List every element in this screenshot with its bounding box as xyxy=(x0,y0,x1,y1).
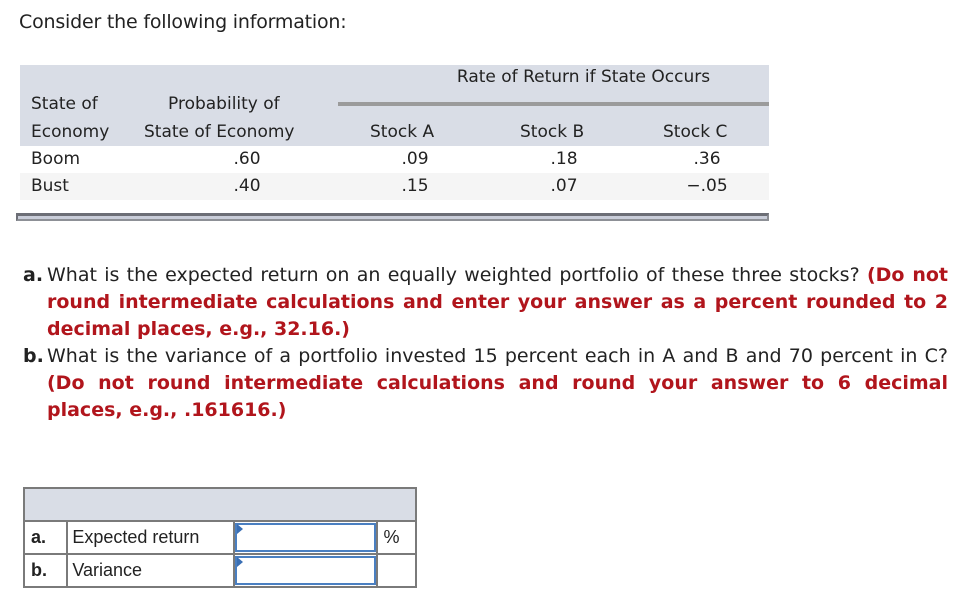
input-flag-icon xyxy=(237,524,244,534)
answer-row-label: b. xyxy=(22,553,69,588)
answer-row-expected-return: a. Expected return % xyxy=(22,520,418,555)
expected-return-cell xyxy=(233,520,378,555)
prob-header-line2: State of Economy xyxy=(144,122,295,142)
stock-b-cell: .07 xyxy=(550,176,578,196)
stock-c-cell: .36 xyxy=(693,149,721,169)
answer-row-text: Expected return xyxy=(66,520,236,555)
answer-row-variance: b. Variance xyxy=(22,553,418,588)
rate-of-return-header: Rate of Return if State Occurs xyxy=(456,67,711,87)
prob-header-line1: Probability of xyxy=(168,94,280,114)
state-header-line1: State of xyxy=(31,94,98,114)
answer-row-unit: % xyxy=(375,520,418,555)
stock-a-header: Stock A xyxy=(370,122,435,142)
info-table: Rate of Return if State Occurs State of … xyxy=(20,65,769,200)
intro-text: Consider the following information: xyxy=(19,11,347,33)
stock-a-cell: .15 xyxy=(401,176,429,196)
question-a: a. What is the expected return on an equ… xyxy=(23,262,948,343)
state-header-line2: Economy xyxy=(31,122,110,142)
info-table-header: Rate of Return if State Occurs State of … xyxy=(20,65,769,146)
answer-row-unit xyxy=(375,553,418,588)
question-a-label: a. xyxy=(23,264,44,286)
stock-a-cell: .09 xyxy=(401,149,429,169)
question-b: b. What is the variance of a portfolio i… xyxy=(23,343,948,424)
input-flag-icon xyxy=(237,557,244,567)
expected-return-input[interactable] xyxy=(235,523,376,552)
stock-b-header: Stock B xyxy=(520,122,585,142)
prob-cell: .40 xyxy=(233,176,261,196)
variance-input[interactable] xyxy=(235,556,376,585)
answer-table: a. Expected return % b. Variance xyxy=(22,487,418,588)
answer-row-label: a. xyxy=(22,520,69,555)
table-bottom-bar xyxy=(16,213,769,221)
question-b-text: What is the variance of a portfolio inve… xyxy=(47,345,948,367)
state-cell: Bust xyxy=(31,176,69,196)
stock-c-cell: −.05 xyxy=(686,176,728,196)
answer-row-text: Variance xyxy=(66,553,236,588)
table-row: Boom .60 .09 .18 .36 xyxy=(20,146,769,173)
header-rule xyxy=(338,102,769,106)
question-a-text: What is the expected return on an equall… xyxy=(47,264,860,286)
question-b-instruction: (Do not round intermediate calculations … xyxy=(47,372,948,421)
variance-cell xyxy=(233,553,378,588)
question-b-label: b. xyxy=(23,345,44,367)
state-cell: Boom xyxy=(31,149,81,169)
answer-table-header xyxy=(23,487,417,522)
prob-cell: .60 xyxy=(233,149,261,169)
stock-c-header: Stock C xyxy=(663,122,728,142)
table-row: Bust .40 .15 .07 −.05 xyxy=(20,173,769,200)
stock-b-cell: .18 xyxy=(550,149,578,169)
